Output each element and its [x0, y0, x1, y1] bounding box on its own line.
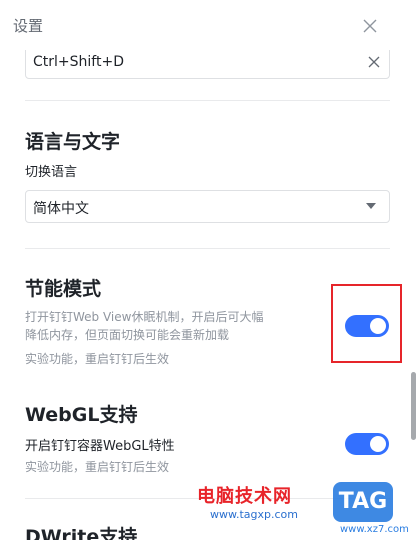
scrollbar-thumb[interactable]	[411, 372, 416, 440]
divider	[25, 100, 390, 101]
shortcut-input[interactable]: Ctrl+Shift+D	[25, 50, 390, 79]
language-section-title: 语言与文字	[25, 131, 121, 153]
watermark-tag-logo: TAG	[333, 482, 393, 522]
power-saving-note: 实验功能，重启钉钉后生效	[25, 352, 170, 366]
close-icon[interactable]	[361, 17, 379, 35]
annotation-highlight-box	[331, 284, 402, 363]
toggle-knob	[370, 436, 386, 452]
webgl-toggle[interactable]	[345, 433, 389, 455]
shortcut-value: Ctrl+Shift+D	[33, 54, 124, 70]
window-titlebar: 设置	[0, 0, 420, 50]
dropdown-arrow-icon	[366, 203, 376, 209]
window-title: 设置	[13, 17, 44, 35]
webgl-section-title: WebGL支持	[25, 404, 138, 426]
watermark-site: www.xz7.com	[340, 524, 409, 535]
divider	[25, 248, 390, 249]
webgl-label: 开启钉钉容器WebGL特性	[25, 439, 175, 454]
power-saving-desc-line2: 降低内存，但页面切换可能会重新加载	[25, 328, 230, 342]
language-select[interactable]: 简体中文	[25, 190, 390, 223]
clear-icon[interactable]	[366, 54, 382, 70]
power-saving-section-title: 节能模式	[25, 278, 102, 300]
watermark-url: www.tagxp.com	[210, 508, 298, 521]
watermark-brand: 电脑技术网	[197, 486, 292, 507]
language-select-value: 简体中文	[33, 201, 89, 217]
dwrite-section-title: DWrite支持	[25, 526, 138, 540]
power-saving-desc-line1: 打开钉钉Web View休眠机制，开启后可大幅	[25, 310, 264, 324]
language-switch-label: 切换语言	[25, 165, 78, 180]
webgl-note: 实验功能，重启钉钉后生效	[25, 460, 170, 474]
power-saving-description: 打开钉钉Web View休眠机制，开启后可大幅 降低内存，但页面切换可能会重新加…	[25, 308, 263, 344]
